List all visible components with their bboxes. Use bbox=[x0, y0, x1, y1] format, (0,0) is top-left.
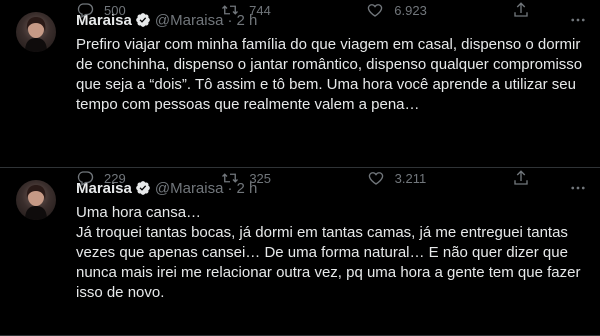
retweet-icon bbox=[222, 5, 239, 15]
tweet[interactable]: Maraisa @Maraisa · 2 h Uma hora cansa… J… bbox=[0, 168, 600, 336]
like-icon bbox=[368, 4, 383, 17]
share-button[interactable] bbox=[512, 169, 540, 187]
tweet[interactable]: Maraisa @Maraisa · 2 h Prefiro viajar co… bbox=[0, 0, 600, 168]
like-icon bbox=[368, 172, 383, 185]
like-button[interactable]: 3.211 bbox=[367, 169, 427, 187]
retweet-icon bbox=[222, 173, 239, 183]
like-button[interactable]: 6.923 bbox=[366, 1, 427, 19]
reply-icon bbox=[77, 3, 94, 18]
share-icon bbox=[514, 170, 528, 185]
retweet-button[interactable]: 325 bbox=[221, 169, 281, 187]
reply-button[interactable]: 500 bbox=[76, 1, 136, 19]
tweet-text: Prefiro viajar com minha família do que … bbox=[76, 36, 587, 113]
like-count: 6.923 bbox=[394, 2, 427, 18]
more-icon[interactable] bbox=[568, 10, 588, 30]
share-button[interactable] bbox=[512, 1, 540, 19]
tweet-actions: 500 744 6.923 bbox=[76, 0, 540, 20]
reply-icon bbox=[77, 171, 94, 186]
retweet-count: 325 bbox=[249, 170, 272, 186]
tweet-text: Uma hora cansa… Já troquei tantas bocas,… bbox=[76, 204, 581, 301]
avatar[interactable] bbox=[16, 12, 56, 52]
reply-count: 229 bbox=[104, 170, 126, 186]
avatar[interactable] bbox=[16, 180, 56, 220]
reply-count: 500 bbox=[104, 2, 126, 18]
share-icon bbox=[514, 2, 528, 17]
like-count: 3.211 bbox=[394, 170, 427, 186]
retweet-button[interactable]: 744 bbox=[221, 1, 281, 19]
tweet-actions: 229 325 3.211 bbox=[76, 168, 540, 188]
retweet-count: 744 bbox=[249, 2, 271, 18]
reply-button[interactable]: 229 bbox=[76, 169, 136, 187]
more-icon[interactable] bbox=[568, 178, 588, 198]
